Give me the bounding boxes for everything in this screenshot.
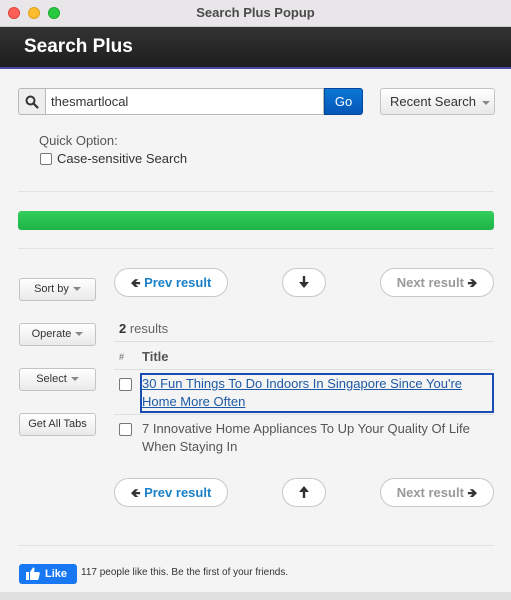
table-divider <box>114 341 494 342</box>
next-result-label: Next result <box>396 275 464 290</box>
sort-by-dropdown[interactable]: Sort by <box>19 278 96 301</box>
result-title-link[interactable]: 7 Innovative Home Appliances To Up Your … <box>142 420 492 456</box>
operate-dropdown[interactable]: Operate <box>19 323 96 346</box>
table-divider <box>114 369 494 370</box>
divider <box>18 248 494 249</box>
get-all-tabs-button[interactable]: Get All Tabs <box>19 413 96 436</box>
prev-result-label: Prev result <box>144 485 212 500</box>
next-result-button-top[interactable]: Next result 🡺 <box>380 268 494 297</box>
next-result-label: Next result <box>396 485 464 500</box>
bottom-strip <box>0 592 511 600</box>
row-checkbox[interactable] <box>119 423 132 436</box>
chevron-down-icon <box>482 100 490 105</box>
thumbs-up-icon <box>26 567 40 580</box>
search-input[interactable] <box>45 88 324 115</box>
result-title-link[interactable]: 30 Fun Things To Do Indoors In Singapore… <box>140 373 494 413</box>
like-count-text: 117 people like this. Be the first of yo… <box>81 567 289 578</box>
column-header-hash: # <box>119 352 125 362</box>
arrow-left-icon: 🡸 <box>130 276 141 290</box>
prev-result-label: Prev result <box>144 275 212 290</box>
window-titlebar: Search Plus Popup <box>0 0 511 27</box>
select-dropdown[interactable]: Select <box>19 368 96 391</box>
progress-fill <box>18 211 494 230</box>
next-result-button-bottom[interactable]: Next result 🡺 <box>380 478 494 507</box>
divider <box>18 191 494 192</box>
scroll-down-button[interactable] <box>282 268 326 297</box>
case-sensitive-checkbox[interactable] <box>40 153 52 165</box>
recent-search-label: Recent Search <box>390 94 476 109</box>
column-header-title: Title <box>142 349 169 364</box>
search-icon-addon <box>18 88 45 115</box>
table-divider <box>114 414 494 415</box>
arrow-down-icon <box>299 276 309 289</box>
scroll-up-button[interactable] <box>282 478 326 507</box>
results-count-suffix: results <box>126 321 169 336</box>
case-sensitive-label[interactable]: Case-sensitive Search <box>57 151 187 166</box>
window-title: Search Plus Popup <box>196 5 315 20</box>
row-checkbox[interactable] <box>119 378 132 391</box>
progress-bar <box>18 211 494 230</box>
arrow-right-icon: 🡺 <box>467 486 478 500</box>
search-icon <box>25 95 39 109</box>
arrow-left-icon: 🡸 <box>130 486 141 500</box>
go-button[interactable]: Go <box>324 88 363 115</box>
operate-label: Operate <box>31 328 72 340</box>
prev-result-button-top[interactable]: 🡸 Prev result <box>114 268 228 297</box>
facebook-like-button[interactable]: Like <box>19 564 77 584</box>
chevron-down-icon <box>72 287 81 292</box>
divider <box>18 545 494 546</box>
results-count: 2 results <box>119 321 168 336</box>
app-title: Search Plus <box>24 36 133 57</box>
quick-option-label: Quick Option: <box>39 133 118 148</box>
chevron-down-icon <box>75 332 84 337</box>
select-label: Select <box>36 373 67 385</box>
recent-search-dropdown[interactable]: Recent Search <box>380 88 495 115</box>
app-header: Search Plus <box>0 27 511 69</box>
sort-by-label: Sort by <box>34 283 69 295</box>
like-label: Like <box>45 568 68 580</box>
arrow-up-icon <box>299 486 309 499</box>
prev-result-button-bottom[interactable]: 🡸 Prev result <box>114 478 228 507</box>
arrow-right-icon: 🡺 <box>467 276 478 290</box>
chevron-down-icon <box>70 377 79 382</box>
